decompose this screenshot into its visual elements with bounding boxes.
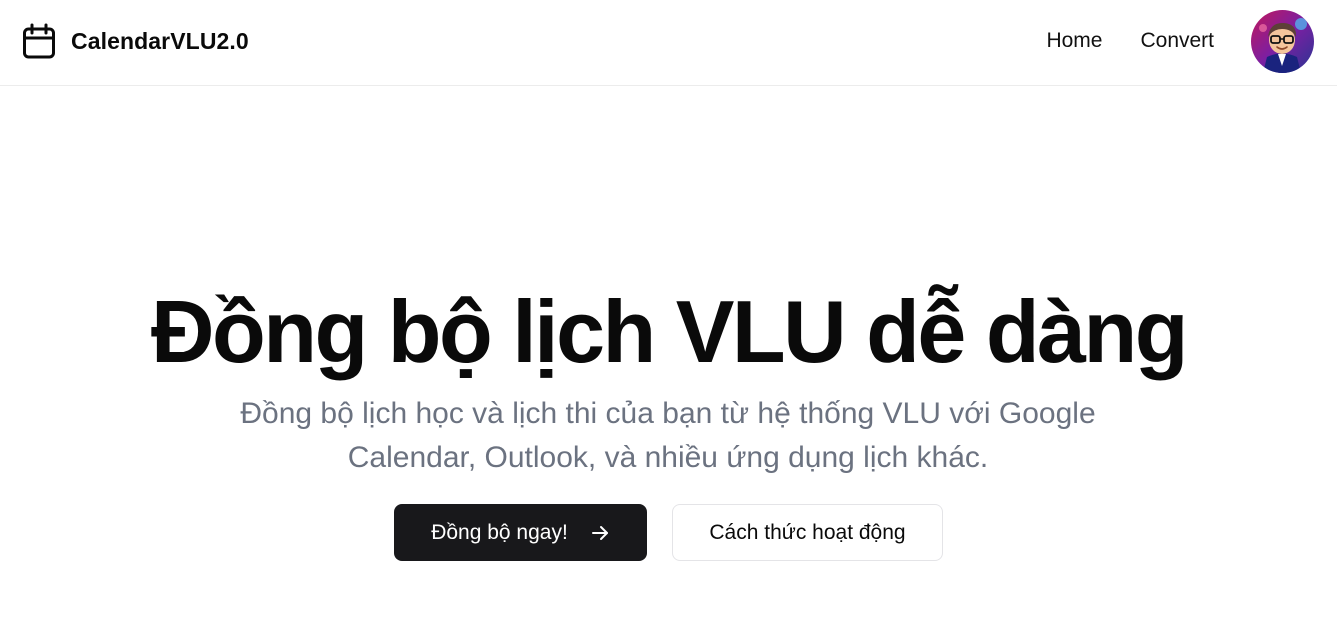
how-it-works-button[interactable]: Cách thức hoạt động	[672, 504, 943, 561]
hero-title: Đồng bộ lịch VLU dễ dàng	[150, 282, 1189, 381]
user-avatar[interactable]	[1251, 10, 1314, 73]
sync-now-button[interactable]: Đồng bộ ngay!	[394, 504, 647, 561]
nav-home-link[interactable]: Home	[1046, 26, 1102, 56]
arrow-right-icon	[590, 523, 610, 543]
brand-name: CalendarVLU2.0	[71, 27, 249, 54]
nav-convert-link[interactable]: Convert	[1140, 26, 1214, 56]
hero-actions: Đồng bộ ngay! Cách thức hoạt động	[0, 504, 1337, 561]
sync-now-label: Đồng bộ ngay!	[431, 520, 568, 544]
calendar-icon	[22, 22, 56, 60]
hero-subtitle: Đồng bộ lịch học và lịch thi của bạn từ …	[240, 397, 1096, 474]
brand-logo-link[interactable]: CalendarVLU2.0	[22, 22, 249, 60]
main-nav: Home Convert	[1008, 26, 1214, 56]
site-header: CalendarVLU2.0 Home Convert	[0, 0, 1337, 86]
how-it-works-label: Cách thức hoạt động	[709, 520, 906, 544]
